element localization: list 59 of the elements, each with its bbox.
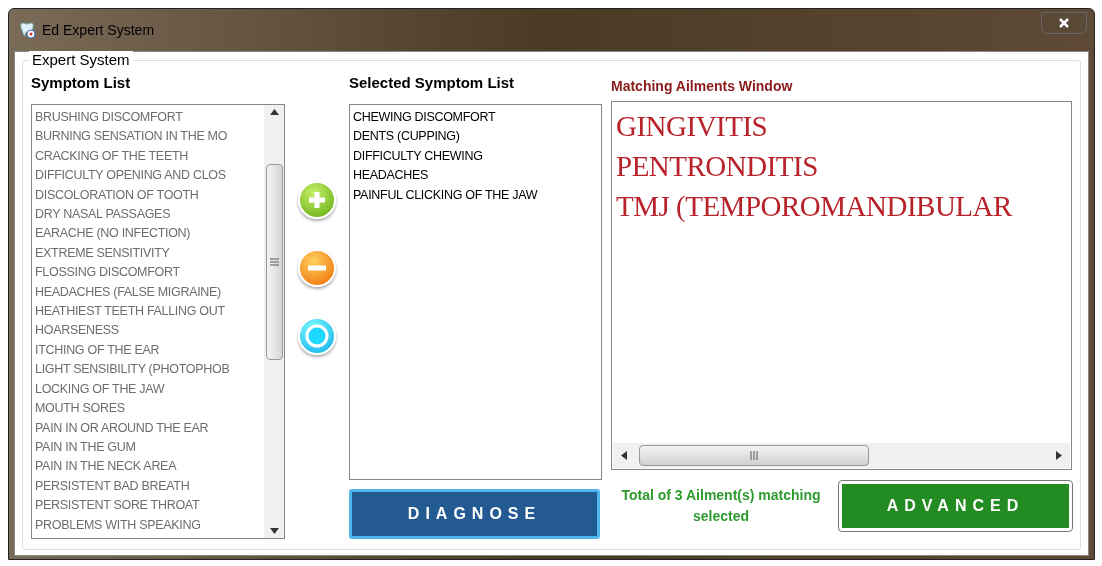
grip-icon [269, 258, 279, 266]
list-item[interactable]: LIGHT SENSIBILITY (PHOTOPHOB [35, 360, 261, 380]
list-item[interactable]: DISCOLORATION OF TOOTH [35, 185, 261, 206]
list-item[interactable]: BURNING SENSATION IN THE MO [35, 127, 261, 147]
list-item[interactable]: CHEWING DISCOMFORT [353, 108, 598, 128]
list-item[interactable]: HOARSENESS [35, 321, 261, 341]
list-item[interactable]: LOCKING OF THE JAW [35, 379, 261, 400]
scroll-up-icon[interactable] [269, 109, 279, 115]
total-ailments-text: Total of 3 Ailment(s) matching selected [620, 486, 822, 526]
horizontal-scrollbar[interactable] [613, 443, 1070, 468]
symptom-list[interactable] [31, 104, 285, 539]
list-item[interactable]: PAIN IN THE NECK AREA [35, 457, 261, 477]
ailment-item: TMJ (TEMPOROMANDIBULAR [616, 189, 1014, 224]
ailment-item: GINGIVITIS [616, 109, 769, 144]
list-item[interactable]: PAIN IN THE GUM [35, 437, 261, 458]
clear-button[interactable] [298, 317, 336, 355]
ring-icon [304, 323, 330, 349]
list-item[interactable]: DIFFICULTY OPENING AND CLOS [35, 166, 261, 186]
add-button[interactable] [298, 181, 336, 219]
list-item[interactable]: BRUSHING DISCOMFORT [35, 108, 261, 128]
diagnose-button[interactable]: DIAGNOSE [349, 489, 600, 539]
scroll-left-icon[interactable] [621, 451, 627, 460]
list-item[interactable]: FLOSSING DISCOMFORT [35, 263, 261, 283]
list-item[interactable]: EARACHE (NO INFECTION) [35, 224, 261, 244]
close-icon [1059, 18, 1069, 28]
grip-icon [750, 451, 758, 460]
symptom-list-label: Symptom List [31, 73, 132, 92]
minus-icon [307, 264, 327, 272]
list-item[interactable]: CRACKING OF THE TEETH [35, 146, 261, 167]
list-item[interactable]: PERSISTENT BAD BREATH [35, 476, 261, 497]
list-item[interactable]: ITCHING OF THE EAR [35, 340, 261, 361]
list-item[interactable]: PERSISTENT SORE THROAT [35, 496, 261, 516]
list-item[interactable]: EXTREME SENSITIVITY [35, 243, 261, 264]
window-title: Ed Expert System [42, 20, 155, 40]
advanced-button[interactable]: ADVANCED [839, 481, 1072, 531]
scroll-thumb[interactable] [265, 164, 283, 360]
ailment-item: PENTRONDITIS [616, 149, 819, 184]
tooth-icon [18, 21, 36, 39]
list-item[interactable]: PAIN IN OR AROUND THE EAR [35, 418, 261, 438]
close-button[interactable] [1041, 12, 1087, 34]
list-item[interactable]: HEADACHES (FALSE MIGRAINE) [35, 282, 261, 303]
list-item[interactable]: PROBLEMS WITH SPEAKING [35, 515, 261, 535]
scroll-down-icon[interactable] [269, 528, 279, 534]
scroll-thumb[interactable] [639, 445, 869, 466]
list-item[interactable]: HEATHIEST TEETH FALLING OUT [35, 302, 261, 322]
plus-icon [307, 190, 327, 210]
matching-ailments-label: Matching Ailments Window [611, 77, 794, 95]
remove-button[interactable] [298, 249, 336, 287]
list-item[interactable]: MOUTH SORES [35, 399, 261, 419]
scroll-right-icon[interactable] [1056, 451, 1062, 460]
selected-list-label: Selected Symptom List [349, 73, 516, 92]
scrollbar[interactable] [264, 105, 284, 538]
selected-list[interactable]: CHEWING DISCOMFORT DENTS (CUPPING) DIFFICULTY CHEWING HEADACHES PAINFUL CLICKING OF THE JAW [349, 104, 602, 480]
list-item[interactable]: DIFFICULTY CHEWING [353, 146, 598, 167]
list-item[interactable]: HEADACHES [353, 166, 598, 186]
list-item[interactable]: DENTS (CUPPING) [353, 127, 598, 147]
list-item[interactable]: PAINFUL CLICKING OF THE JAW [353, 185, 598, 206]
group-title: Expert System [29, 51, 133, 69]
list-item[interactable]: DRY NASAL PASSAGES [35, 205, 261, 225]
